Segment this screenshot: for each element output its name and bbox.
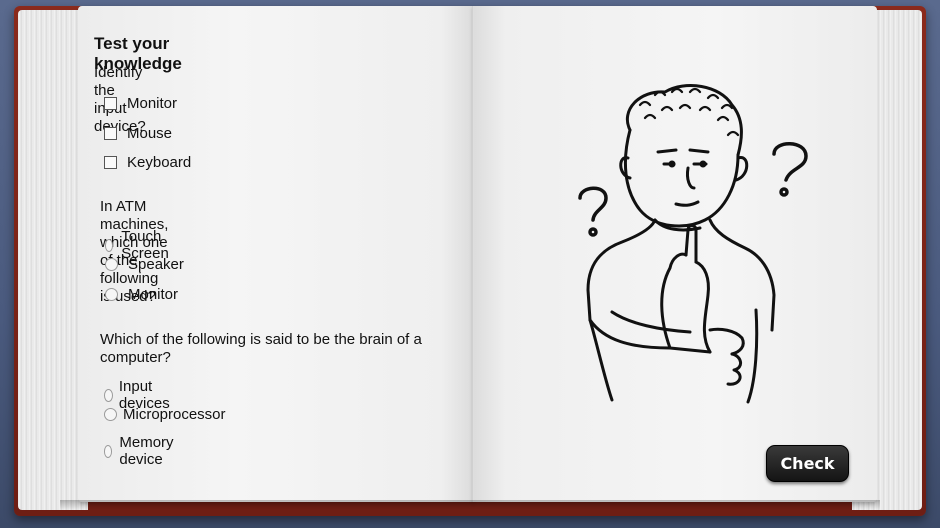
checkbox[interactable] [104,156,117,169]
book-shadow [60,500,880,510]
q3-option-memory-device[interactable]: Memory device [104,434,178,468]
radio-button[interactable] [105,288,118,301]
q1-option-monitor[interactable]: Monitor [104,95,177,112]
radio-button[interactable] [105,238,114,252]
q1-option-keyboard[interactable]: Keyboard [104,154,191,171]
check-button[interactable]: Check [766,445,849,482]
q2-option-speaker[interactable]: Speaker [105,256,184,273]
thinking-boy-icon [560,80,820,415]
q2-option-monitor[interactable]: Monitor [105,286,178,303]
option-label: Monitor [127,95,178,112]
option-label: Monitor [128,286,179,303]
radio-button[interactable] [105,258,118,271]
radio-button[interactable] [104,388,113,402]
book-spine [472,6,474,502]
q1-option-mouse[interactable]: Mouse [104,125,172,142]
option-label: Keyboard [127,154,192,171]
option-label: Speaker [128,256,184,273]
radio-button[interactable] [104,408,117,421]
checkbox[interactable] [104,127,117,140]
option-label: Mouse [127,125,173,142]
q3-option-microprocessor[interactable]: Microprocessor [104,406,226,423]
option-label: Memory device [119,434,174,468]
radio-button[interactable] [104,444,113,458]
checkbox[interactable] [104,97,117,110]
question-3: Which of the following is said to be the… [100,331,422,366]
option-label: Microprocessor [123,406,226,423]
